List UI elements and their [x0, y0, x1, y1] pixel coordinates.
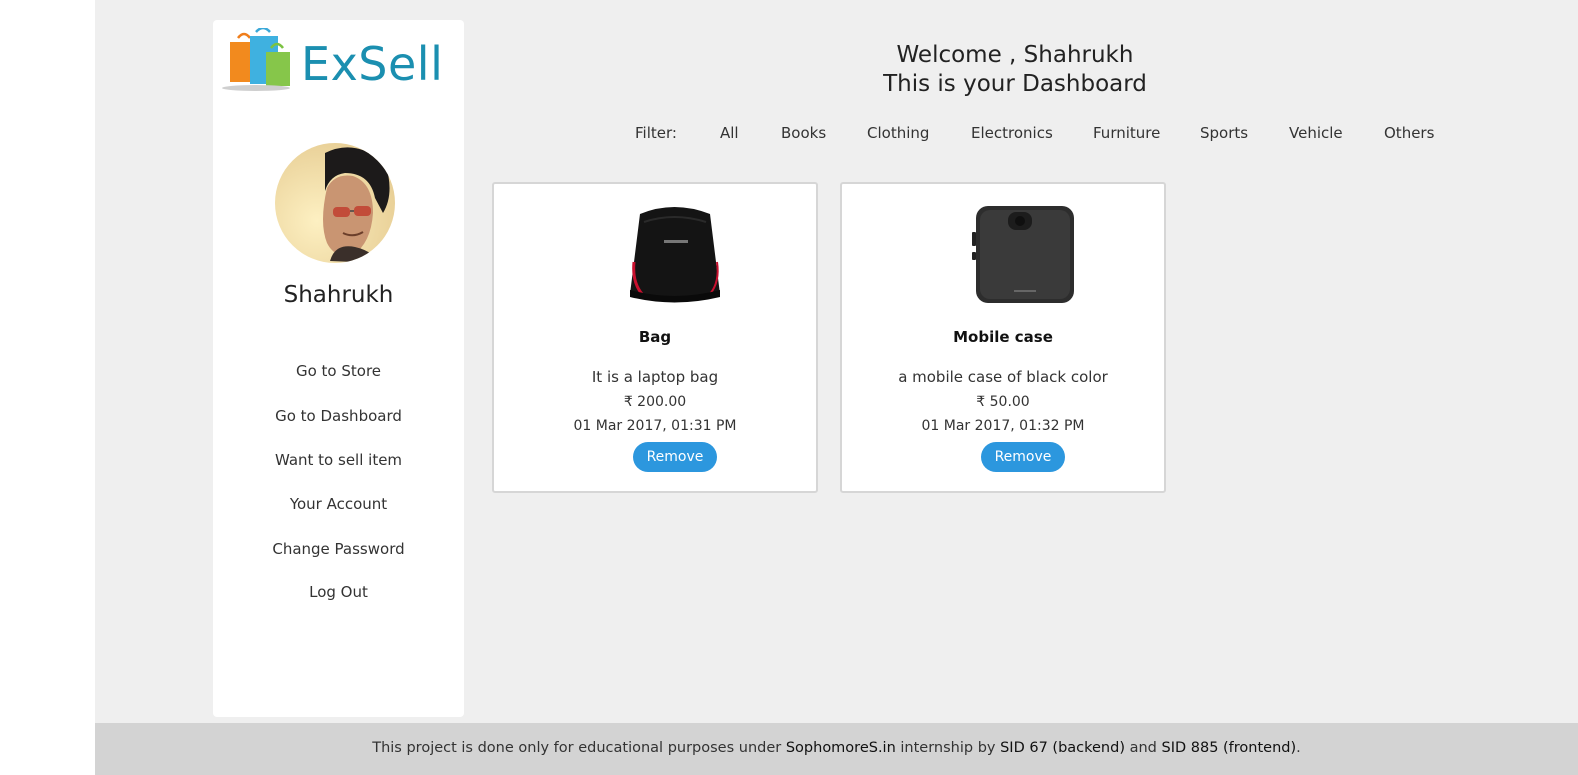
- welcome-line: Welcome , Shahrukh: [896, 42, 1134, 68]
- footer: This project is done only for educationa…: [95, 723, 1578, 775]
- footer-text: .: [1296, 740, 1301, 756]
- footer-text: This project is done only for educationa…: [372, 740, 786, 756]
- footer-frontend-credit: SID 885 (frontend): [1161, 740, 1297, 756]
- footer-text: and: [1124, 740, 1162, 756]
- mobile-case-image: [972, 206, 1074, 303]
- filter-others[interactable]: Others: [1384, 124, 1434, 142]
- nav-go-to-dashboard[interactable]: Go to Dashboard: [213, 407, 464, 425]
- laptop-bag-image: [630, 207, 720, 303]
- item-description: a mobile case of black color: [898, 368, 1108, 386]
- exsell-logo[interactable]: ExSell: [216, 26, 451, 92]
- nav-change-password[interactable]: Change Password: [213, 540, 464, 558]
- nav-go-to-store[interactable]: Go to Store: [213, 362, 464, 380]
- avatar: [275, 143, 395, 263]
- item-name: Bag: [638, 328, 672, 346]
- shopping-bags-icon: [222, 26, 290, 91]
- filter-furniture[interactable]: Furniture: [1093, 124, 1160, 142]
- item-price: ₹ 200.00: [623, 394, 687, 410]
- filter-vehicle[interactable]: Vehicle: [1289, 124, 1343, 142]
- nav-want-to-sell-item[interactable]: Want to sell item: [213, 451, 464, 469]
- footer-site-link[interactable]: SophomoreS.in: [786, 740, 896, 756]
- filter-clothing[interactable]: Clothing: [867, 124, 929, 142]
- item-card: Bag It is a laptop bag ₹ 200.00 01 Mar 2…: [492, 182, 818, 493]
- item-date: 01 Mar 2017, 01:32 PM: [921, 418, 1085, 434]
- profile-username: Shahrukh: [283, 282, 394, 308]
- nav-log-out[interactable]: Log Out: [213, 583, 464, 601]
- nav-your-account[interactable]: Your Account: [213, 495, 464, 513]
- dashboard-line: This is your Dashboard: [883, 71, 1147, 97]
- item-card: Mobile case a mobile case of black color…: [840, 182, 1166, 493]
- footer-text: internship by: [895, 740, 1001, 756]
- filter-label: Filter:: [635, 124, 677, 142]
- remove-button[interactable]: Remove: [981, 442, 1065, 472]
- page-title: Welcome , Shahrukh This is your Dashboar…: [760, 41, 1270, 99]
- footer-backend-credit: SID 67 (backend): [1000, 740, 1125, 756]
- filter-electronics[interactable]: Electronics: [971, 124, 1053, 142]
- remove-button[interactable]: Remove: [633, 442, 717, 472]
- item-name: Mobile case: [953, 328, 1053, 346]
- logo-text: ExSell: [301, 37, 444, 91]
- sidebar: ExSell Shahrukh Go to Store Go to Dashbo…: [213, 20, 464, 717]
- item-price: ₹ 50.00: [976, 394, 1030, 410]
- item-description: It is a laptop bag: [591, 368, 719, 386]
- filter-sports[interactable]: Sports: [1200, 124, 1248, 142]
- filter-all[interactable]: All: [720, 124, 739, 142]
- filter-books[interactable]: Books: [781, 124, 826, 142]
- item-date: 01 Mar 2017, 01:31 PM: [573, 418, 737, 434]
- user-photo: [275, 143, 395, 263]
